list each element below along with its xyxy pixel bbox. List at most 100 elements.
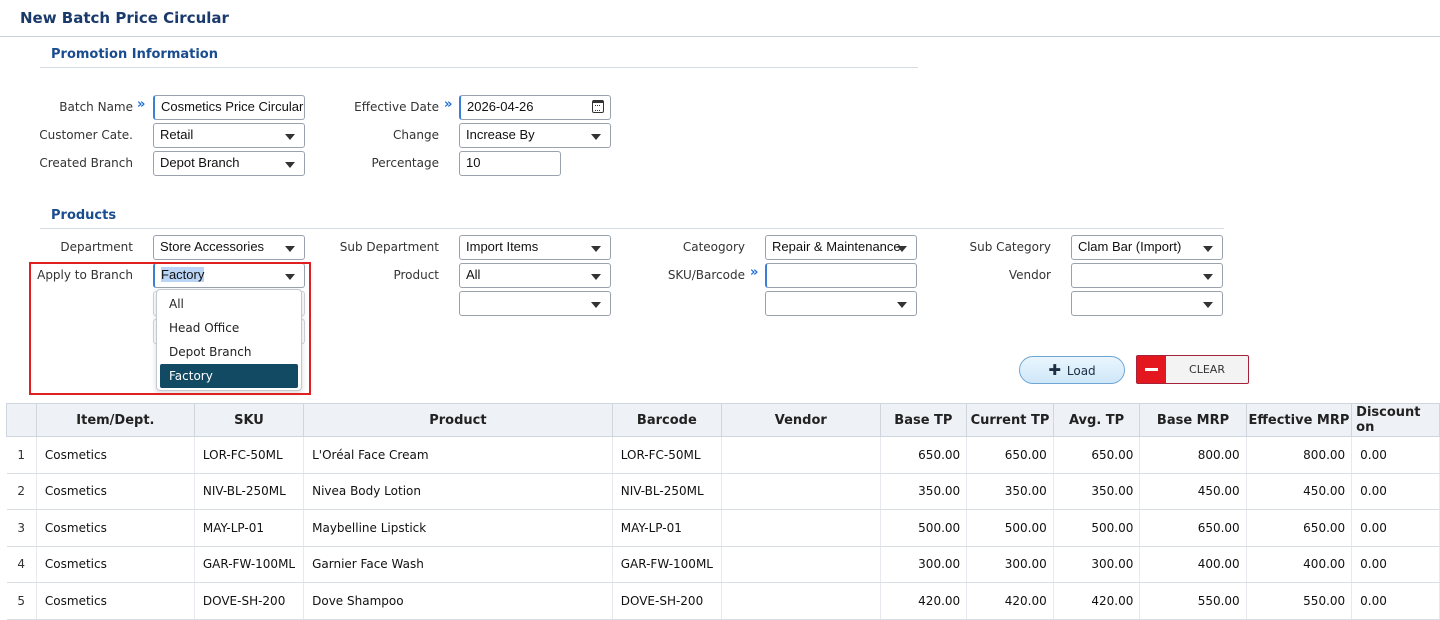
cell-base-mrp: 400.00 (1139, 546, 1247, 583)
category-label: Cateogory (682, 240, 745, 254)
table-row[interactable]: 5 Cosmetics DOVE-SH-200 Dove Shampoo DOVE-SH… (6, 582, 1440, 620)
plus-icon: ✚ (1048, 361, 1061, 379)
department-select[interactable]: Store Accessories (153, 235, 305, 260)
cell-discount: 0.00 (1351, 546, 1440, 583)
cell-base-mrp: 450.00 (1139, 473, 1247, 510)
chevron-down-icon (1203, 246, 1213, 252)
cell-avg-tp: 650.00 (1053, 436, 1141, 474)
cell-base-mrp: 800.00 (1139, 436, 1247, 474)
vendor-extra-select[interactable] (1071, 291, 1223, 316)
cell-sku: MAY-LP-01 (194, 509, 305, 547)
cell-base-mrp: 650.00 (1139, 509, 1247, 547)
col-header-index (6, 403, 37, 437)
cell-current-tp: 420.00 (966, 582, 1054, 620)
vendor-label: Vendor (1008, 268, 1051, 282)
cell-base-tp: 500.00 (880, 509, 968, 547)
percentage-input[interactable]: 10 (459, 151, 561, 176)
change-label: Change (393, 128, 439, 142)
table-header-row: Item/Dept. SKU Product Barcode Vendor Ba… (6, 403, 1440, 437)
cell-item: Cosmetics (36, 473, 195, 510)
cell-discount: 0.00 (1351, 582, 1440, 620)
cell-barcode: LOR-FC-50ML (612, 436, 722, 474)
cell-item: Cosmetics (36, 436, 195, 474)
col-header-vendor[interactable]: Vendor (720, 403, 881, 437)
table-row[interactable]: 1 Cosmetics LOR-FC-50ML L'Oréal Face Cream L… (6, 436, 1440, 474)
chevron-down-icon (897, 302, 907, 308)
sku-barcode-input[interactable] (765, 263, 917, 288)
col-header-barcode[interactable]: Barcode (611, 403, 722, 437)
cell-vendor (721, 546, 881, 583)
effective-date-input[interactable]: 2026-04-26 (459, 95, 611, 120)
sub-department-select[interactable]: Import Items (459, 235, 611, 260)
col-header-item[interactable]: Item/Dept. (35, 403, 195, 437)
batch-name-label: Batch Name (59, 100, 133, 114)
cell-barcode: NIV-BL-250ML (612, 473, 722, 510)
cell-barcode: MAY-LP-01 (612, 509, 722, 547)
cell-base-tp: 650.00 (880, 436, 968, 474)
col-header-base-tp[interactable]: Base TP (879, 403, 968, 437)
table-row[interactable]: 4 Cosmetics GAR-FW-100ML Garnier Face Wash G… (6, 546, 1440, 583)
cell-discount: 0.00 (1351, 509, 1440, 547)
cell-discount: 0.00 (1351, 436, 1440, 474)
cell-avg-tp: 300.00 (1053, 546, 1141, 583)
cell-current-tp: 350.00 (966, 473, 1054, 510)
batch-name-input[interactable]: Cosmetics Price Circular (153, 95, 305, 120)
col-header-current-tp[interactable]: Current TP (966, 403, 1054, 437)
page-title: New Batch Price Circular (20, 9, 229, 27)
col-header-effective-mrp[interactable]: Effective MRP (1245, 403, 1353, 437)
department-label: Department (60, 240, 133, 254)
cell-base-tp: 350.00 (880, 473, 968, 510)
table-row[interactable]: 2 Cosmetics NIV-BL-250ML Nivea Body Lotion N… (6, 473, 1440, 510)
sku-extra-select[interactable] (765, 291, 917, 316)
cell-item: Cosmetics (36, 509, 195, 547)
vendor-select[interactable] (1071, 263, 1223, 288)
cell-avg-tp: 500.00 (1053, 509, 1141, 547)
cell-item: Cosmetics (36, 546, 195, 583)
products-section-title: Products (51, 208, 117, 223)
col-header-sku[interactable]: SKU (193, 403, 305, 437)
chevron-down-icon (591, 246, 601, 252)
customer-cate-select[interactable]: Retail (153, 123, 305, 148)
cell-product: Garnier Face Wash (303, 546, 613, 583)
cell-barcode: DOVE-SH-200 (612, 582, 722, 620)
product-label: Product (393, 268, 439, 282)
percentage-label: Percentage (371, 156, 439, 170)
col-header-product[interactable]: Product (303, 403, 613, 437)
cell-sku: LOR-FC-50ML (194, 436, 305, 474)
products-divider (40, 228, 1224, 229)
cell-base-tp: 420.00 (880, 582, 968, 620)
created-branch-select[interactable]: Depot Branch (153, 151, 305, 176)
table-row[interactable]: 3 Cosmetics MAY-LP-01 Maybelline Lipstick MA… (6, 509, 1440, 547)
cell-effective-mrp: 550.00 (1246, 582, 1353, 620)
category-select[interactable]: Repair & Maintenance (765, 235, 917, 260)
cell-current-tp: 650.00 (966, 436, 1054, 474)
cell-sku: GAR-FW-100ML (194, 546, 305, 583)
col-header-avg-tp[interactable]: Avg. TP (1052, 403, 1141, 437)
product-extra-select[interactable] (459, 291, 611, 316)
calendar-icon[interactable] (592, 100, 604, 113)
double-chevron-icon: » (444, 97, 453, 112)
chevron-down-icon (1203, 302, 1213, 308)
product-select[interactable]: All (459, 263, 611, 288)
cell-effective-mrp: 450.00 (1246, 473, 1353, 510)
sku-barcode-label: SKU/Barcode (667, 268, 745, 282)
clear-button[interactable]: CLEAR (1136, 355, 1249, 384)
sub-category-select[interactable]: Clam Bar (Import) (1071, 235, 1223, 260)
cell-barcode: GAR-FW-100ML (612, 546, 722, 583)
sub-department-label: Sub Department (339, 240, 439, 254)
cell-vendor (721, 582, 881, 620)
load-button[interactable]: ✚ Load (1019, 356, 1125, 384)
cell-effective-mrp: 800.00 (1246, 436, 1353, 474)
col-header-discount[interactable]: Discount on (1351, 403, 1440, 437)
chevron-down-icon (897, 246, 907, 252)
cell-avg-tp: 350.00 (1053, 473, 1141, 510)
chevron-down-icon (591, 134, 601, 140)
cell-product: Maybelline Lipstick (303, 509, 613, 547)
cell-current-tp: 300.00 (966, 546, 1054, 583)
cell-product: Dove Shampoo (303, 582, 613, 620)
col-header-base-mrp[interactable]: Base MRP (1139, 403, 1247, 437)
cell-effective-mrp: 400.00 (1246, 546, 1353, 583)
cell-index: 5 (6, 582, 37, 620)
minus-icon (1137, 356, 1166, 383)
change-select[interactable]: Increase By (459, 123, 611, 148)
